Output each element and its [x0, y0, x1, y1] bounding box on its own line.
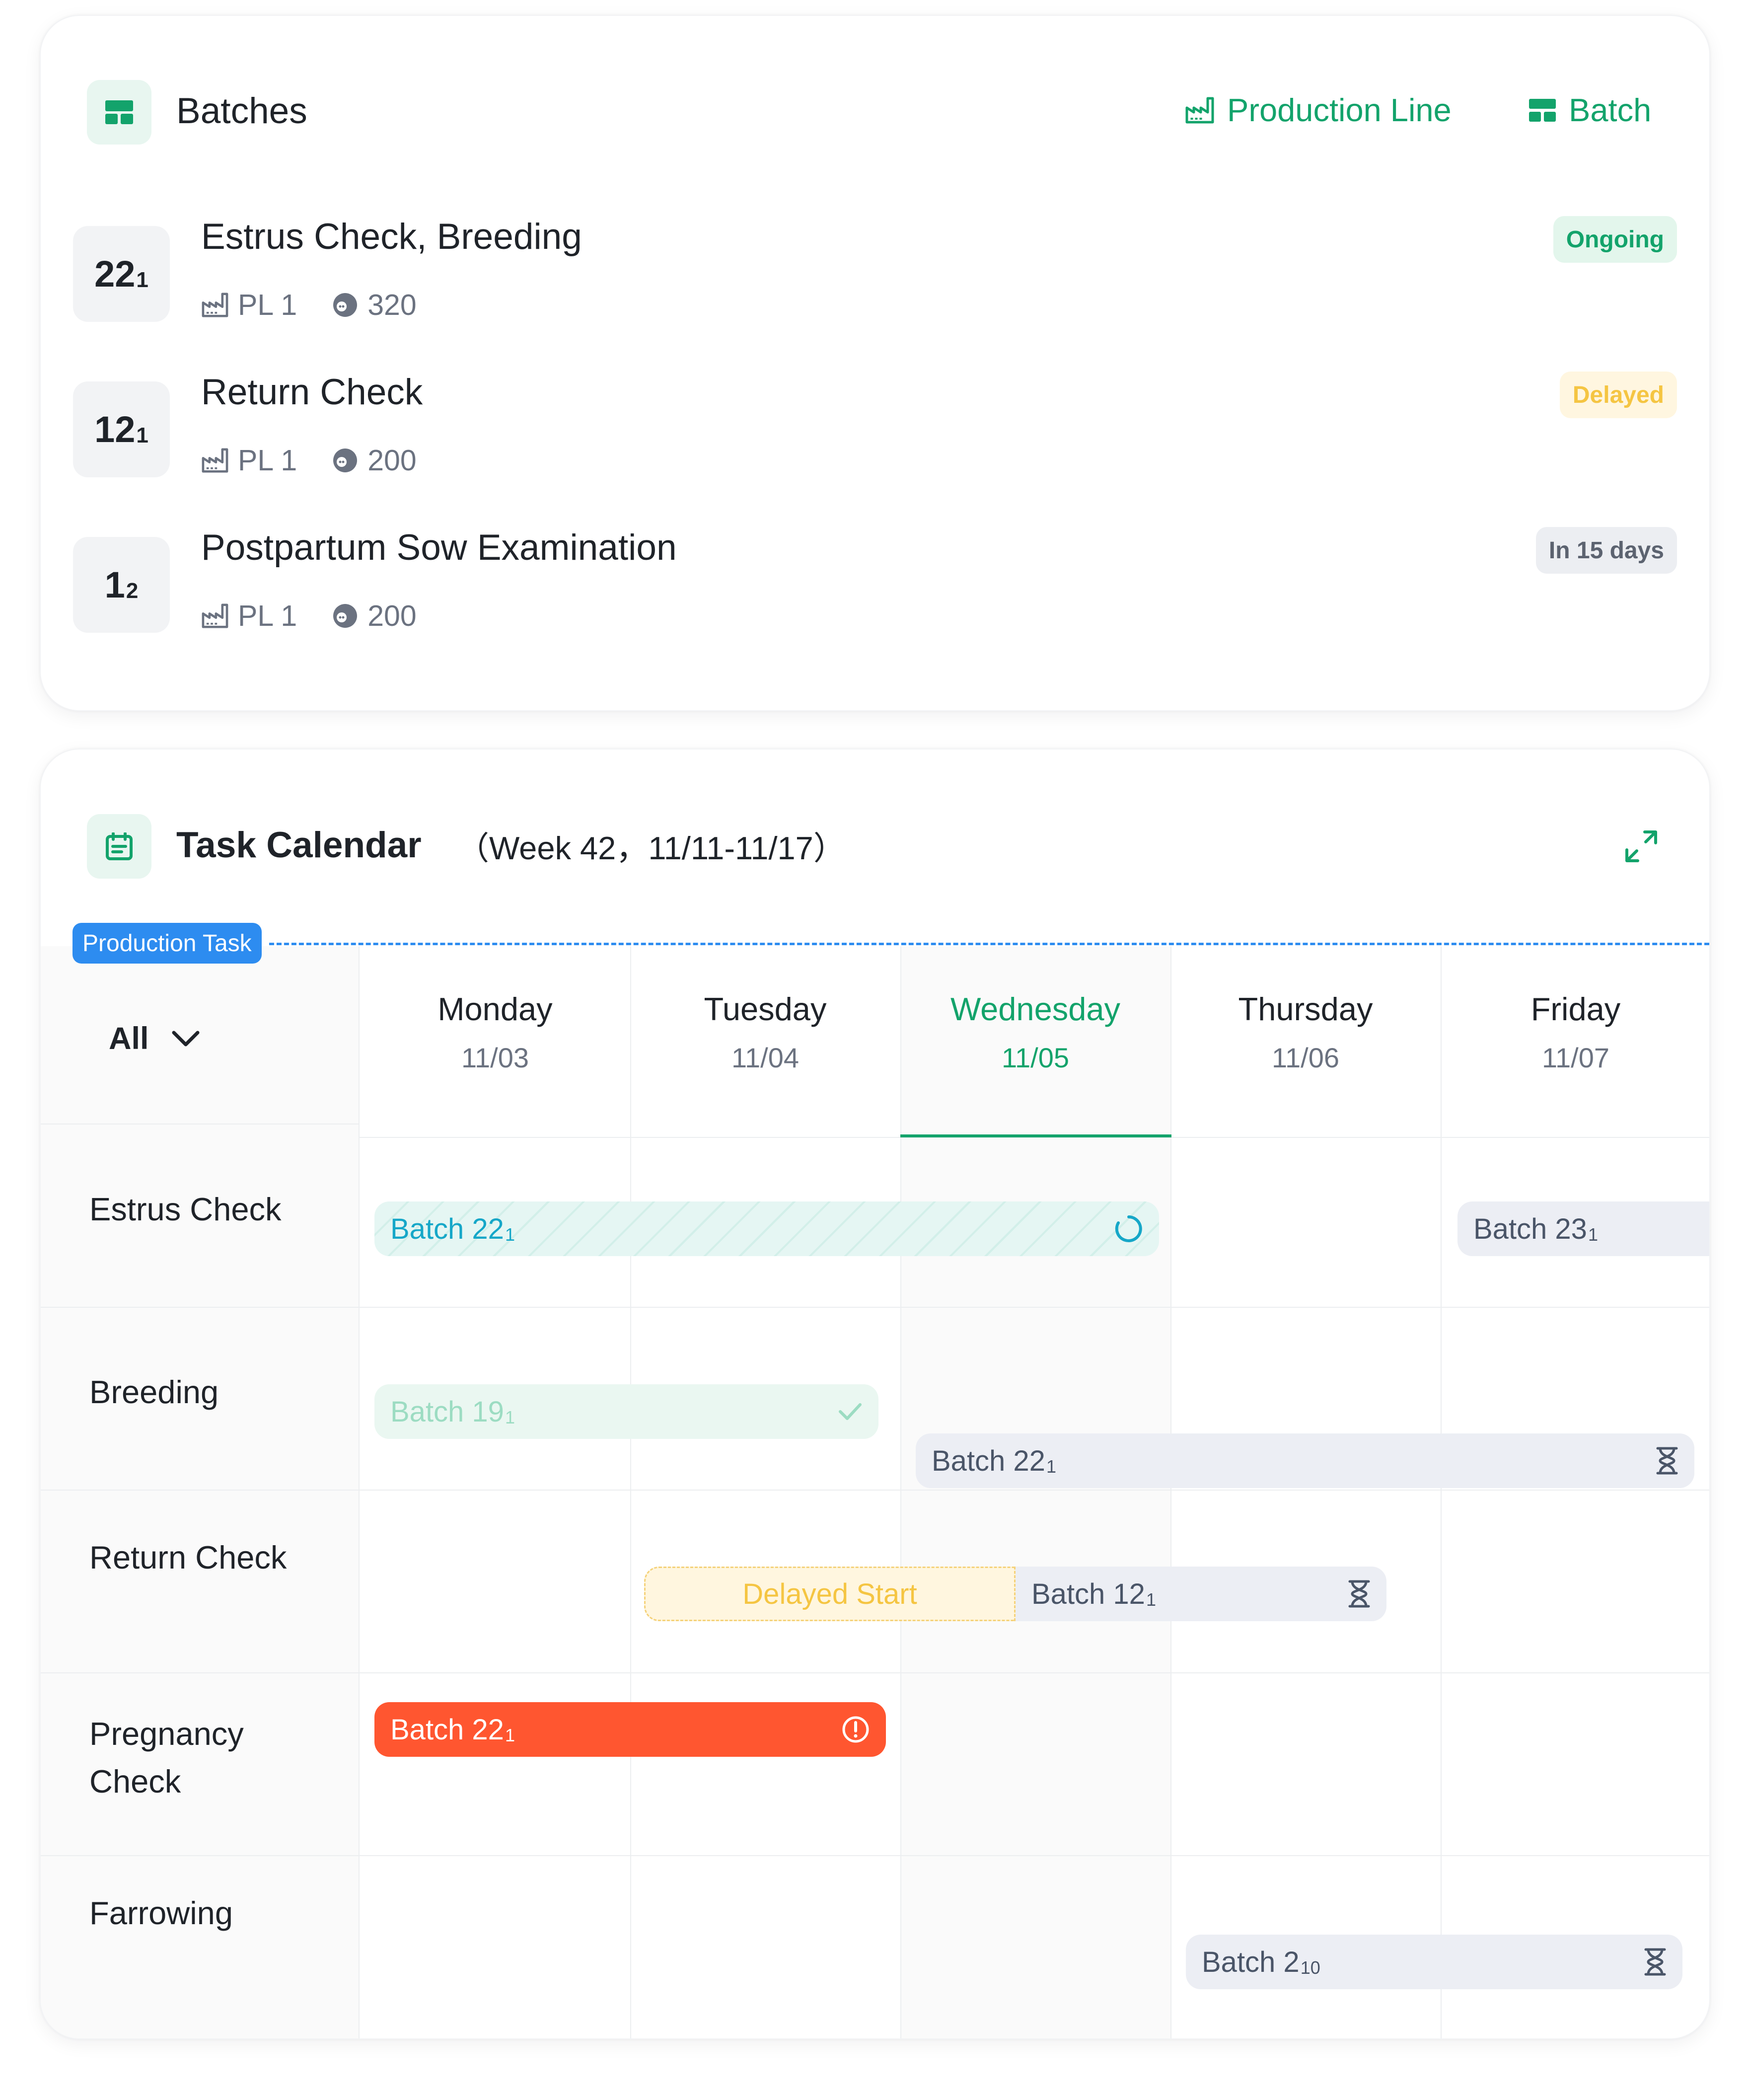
batch-row[interactable]: 12 Postpartum Sow Examination PL 1 200 I…	[73, 527, 1677, 651]
batch-row[interactable]: 22 1 Estrus Check, Breeding PL 1 320 Ongo…	[73, 216, 1677, 340]
pig-icon	[333, 449, 358, 472]
hourglass-icon	[1348, 1580, 1370, 1608]
status-badge: Ongoing	[1553, 216, 1677, 263]
task-bar-batch-22-breeding[interactable]: Batch 22 1	[916, 1433, 1694, 1488]
task-calendar-card: Task Calendar （Week 42，11/11-11/17） All …	[40, 749, 1710, 2039]
grid-line	[41, 1672, 1709, 1673]
today-indicator	[900, 1134, 1171, 1137]
day-header-thursday[interactable]: Thursday 11/06	[1170, 990, 1441, 1074]
week-range: （Week 42，11/11-11/17）	[457, 830, 846, 866]
grid-line	[1441, 946, 1442, 2038]
batch-row-title: Return Check	[201, 372, 423, 412]
row-label-return-check: Return Check	[89, 1539, 287, 1575]
day-header-friday[interactable]: Friday 11/07	[1441, 990, 1709, 1074]
calendar-header-icon	[87, 814, 151, 879]
grid-line	[1170, 946, 1171, 2038]
expand-icon[interactable]	[1625, 830, 1658, 863]
status-badge: Delayed	[1559, 372, 1677, 418]
batch-row-meta: PL 1 200	[201, 444, 451, 477]
grid-line	[41, 1490, 1709, 1491]
batch-row-meta: PL 1 320	[201, 288, 451, 322]
production-task-label: Production Task	[73, 923, 262, 964]
calendar-title: Task Calendar	[176, 825, 422, 865]
status-badge: In 15 days	[1535, 527, 1677, 574]
production-task-line	[269, 943, 1709, 945]
production-line-link[interactable]: Production Line	[1185, 91, 1452, 129]
task-bar-batch-19-breeding[interactable]: Batch 19 1	[374, 1384, 878, 1439]
task-bar-batch-22-estrus[interactable]: Batch 22 1	[374, 1201, 1159, 1256]
filter-dropdown[interactable]: All	[109, 1021, 200, 1056]
task-bar-batch-23-estrus[interactable]: Batch 23 1	[1457, 1201, 1709, 1256]
today-column	[901, 946, 1171, 2038]
filter-value: All	[109, 1021, 149, 1056]
hourglass-icon	[1656, 1447, 1678, 1475]
factory-icon	[202, 293, 228, 317]
grid-line	[630, 946, 631, 2038]
day-header-tuesday[interactable]: Tuesday 11/04	[630, 990, 900, 1074]
pig-icon	[333, 293, 358, 317]
batch-row-title: Postpartum Sow Examination	[201, 527, 677, 568]
row-label-estrus-check: Estrus Check	[89, 1191, 282, 1227]
loading-icon	[1115, 1215, 1142, 1242]
grid-line	[41, 1855, 1709, 1856]
factory-icon	[1185, 97, 1214, 123]
grid-line	[41, 1307, 1709, 1308]
batch-link-label: Batch	[1569, 92, 1652, 128]
delayed-start-bar[interactable]: Delayed Start	[644, 1567, 1016, 1621]
pig-icon	[333, 604, 358, 628]
task-bar-batch-22-pregnancy[interactable]: Batch 22 1	[374, 1702, 886, 1757]
day-header-monday[interactable]: Monday 11/03	[360, 990, 630, 1074]
batch-number: 12	[73, 537, 170, 633]
row-label-pregnancy-check: Pregnancy Check	[89, 1716, 244, 1800]
batch-icon	[1529, 98, 1556, 122]
grid-line	[900, 946, 901, 2038]
factory-icon	[202, 603, 228, 628]
day-header-wednesday[interactable]: Wednesday 11/05	[900, 990, 1170, 1074]
hourglass-icon	[1644, 1948, 1666, 1976]
check-icon	[839, 1403, 862, 1420]
batch-row-title: Estrus Check, Breeding	[201, 217, 582, 257]
task-bar-batch-2-farrowing[interactable]: Batch 2 10	[1186, 1935, 1682, 1989]
row-label-breeding: Breeding	[89, 1374, 219, 1410]
batch-row[interactable]: 12 1 Return Check PL 1 200 Delayed	[73, 372, 1677, 496]
batch-number: 12 1	[73, 381, 170, 477]
chevron-down-icon	[172, 1031, 200, 1047]
row-label-farrowing: Farrowing	[89, 1895, 233, 1931]
alert-icon	[842, 1716, 869, 1743]
batches-header-icon	[87, 80, 151, 145]
batch-number: 22 1	[73, 226, 170, 322]
batch-row-meta: PL 1 200	[201, 599, 451, 633]
grid-line	[41, 1124, 359, 1125]
batches-title: Batches	[176, 91, 307, 131]
calendar-icon	[106, 832, 133, 860]
factory-icon	[202, 448, 228, 473]
batch-link[interactable]: Batch	[1529, 91, 1651, 129]
task-bar-batch-12-return[interactable]: Batch 12 1	[1016, 1567, 1386, 1621]
task-type-column: All Estrus Check Breeding Return Check P…	[41, 946, 360, 2038]
batches-card: Batches Production Line Batch 22 1 Estrus…	[40, 15, 1710, 711]
production-line-link-label: Production Line	[1227, 92, 1452, 128]
